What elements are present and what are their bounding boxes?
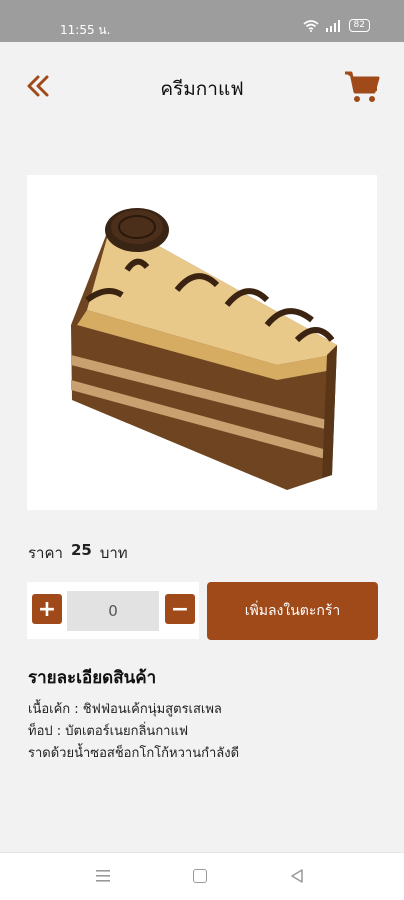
price-label: ราคา bbox=[28, 544, 63, 562]
quantity-stepper: + − bbox=[27, 582, 199, 639]
price-unit: บาท bbox=[99, 544, 128, 562]
price-value: 25 bbox=[70, 541, 92, 559]
system-nav-bar bbox=[0, 852, 404, 900]
quantity-input[interactable] bbox=[67, 591, 159, 631]
details-heading: รายละเอียดสินค้า bbox=[28, 668, 157, 688]
nav-home-icon[interactable] bbox=[193, 869, 207, 883]
price-row: ราคา 25 บาท bbox=[28, 541, 128, 565]
product-details: รายละเอียดสินค้า เนื้อเค้ก : ชิฟฟ่อนเค้ก… bbox=[28, 664, 378, 765]
add-to-cart-button[interactable]: เพิ่มลงในตะกร้า bbox=[207, 582, 378, 640]
nav-menu-icon[interactable] bbox=[95, 869, 111, 883]
nav-back-icon[interactable] bbox=[289, 868, 305, 884]
app-bar: ครีมกาแฟ bbox=[0, 60, 404, 116]
battery-icon: 82 bbox=[348, 19, 370, 32]
details-line-sauce: ราดด้วยน้ำซอสช็อกโกโก้หวานกำลังดี bbox=[28, 746, 240, 761]
status-time: 11:55 น. bbox=[60, 23, 111, 37]
wifi-icon bbox=[303, 19, 319, 32]
decrement-button[interactable]: − bbox=[165, 594, 195, 624]
product-image bbox=[27, 175, 377, 510]
details-line-cake: เนื้อเค้ก : ชิฟฟ่อนเค้กนุ่มสูตรเสเพล bbox=[28, 702, 222, 717]
status-system-icons: 82 bbox=[303, 19, 370, 32]
signal-icon bbox=[325, 19, 340, 32]
cake-image bbox=[71, 208, 337, 490]
increment-button[interactable]: + bbox=[32, 594, 62, 624]
details-line-topping: ท็อป : บัตเตอร์เนยกลิ่นกาแฟ bbox=[28, 724, 189, 739]
cart-icon[interactable] bbox=[344, 70, 380, 104]
status-bar: 11:55 น. 82 bbox=[0, 0, 404, 42]
